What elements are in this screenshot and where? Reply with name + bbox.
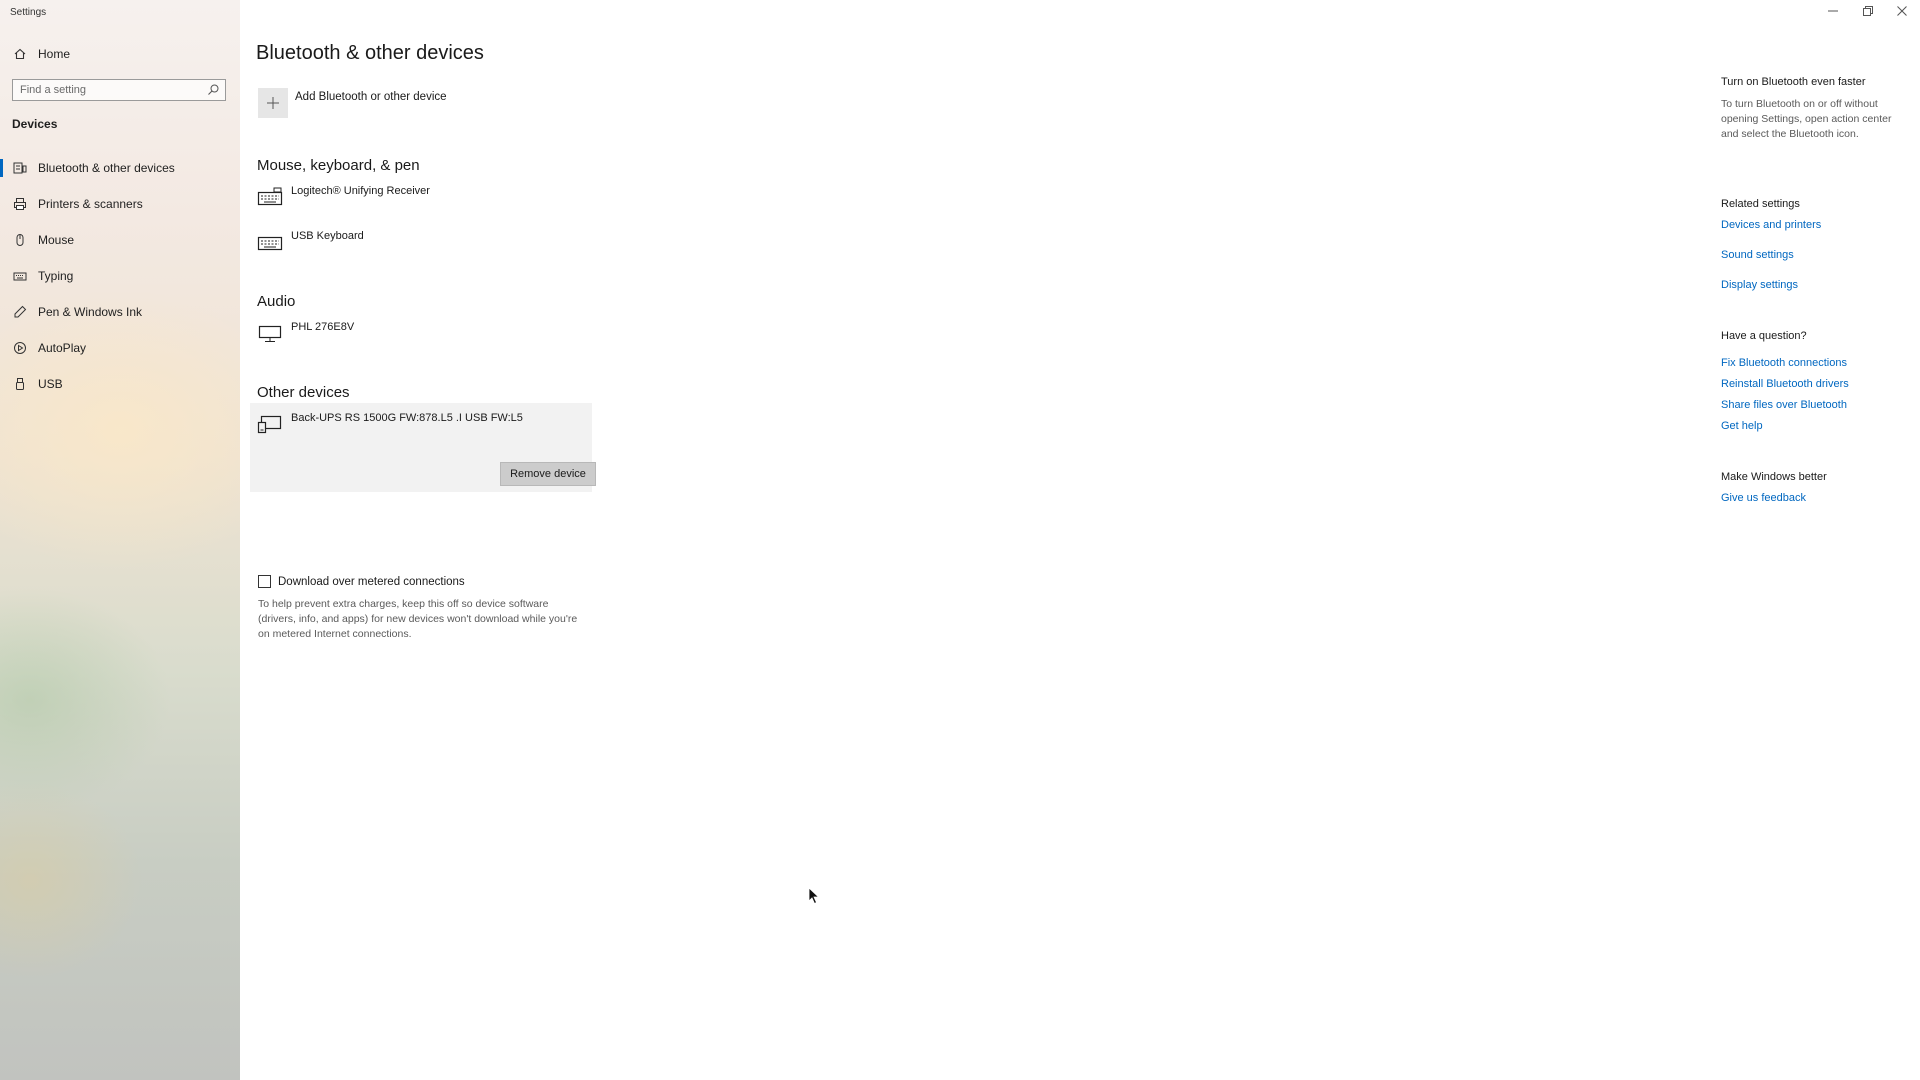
link-display-settings[interactable]: Display settings (1721, 279, 1798, 291)
window-title: Settings (10, 7, 47, 18)
add-device-button[interactable]: Add Bluetooth or other device (258, 88, 447, 118)
mouse-icon (12, 232, 28, 248)
link-share-files[interactable]: Share files over Bluetooth (1721, 399, 1847, 411)
group-title-input: Mouse, keyboard, & pen (257, 157, 420, 174)
keyboard-icon (257, 187, 283, 207)
bluetooth-devices-icon (12, 160, 28, 176)
device-phl-monitor[interactable]: PHL 276E8V (257, 321, 354, 343)
pen-icon (12, 304, 28, 320)
sidebar-item-label: Mouse (38, 233, 75, 247)
question-title: Have a question? (1721, 330, 1807, 342)
close-button[interactable] (1885, 0, 1919, 24)
printer-icon (12, 196, 28, 212)
feedback-title: Make Windows better (1721, 471, 1827, 483)
link-devices-and-printers[interactable]: Devices and printers (1721, 219, 1821, 231)
keyboard-icon (257, 232, 283, 252)
sidebar-item-autoplay[interactable]: AutoPlay (0, 333, 240, 363)
mouse-cursor-icon (808, 887, 820, 910)
active-indicator (0, 159, 3, 177)
plus-icon (258, 88, 288, 118)
sidebar-home-label: Home (38, 47, 71, 61)
device-usb-keyboard[interactable]: USB Keyboard (257, 230, 364, 252)
metered-checkbox-row[interactable]: Download over metered connections (258, 575, 465, 588)
search-input[interactable] (13, 83, 205, 97)
sidebar-item-label: Typing (38, 269, 74, 283)
section-label-devices: Devices (12, 117, 58, 131)
link-reinstall-drivers[interactable]: Reinstall Bluetooth drivers (1721, 378, 1849, 390)
sidebar-item-label: USB (38, 377, 63, 391)
sidebar-item-pen[interactable]: Pen & Windows Ink (0, 297, 240, 327)
link-fix-bluetooth[interactable]: Fix Bluetooth connections (1721, 357, 1847, 369)
device-logitech-receiver[interactable]: Logitech® Unifying Receiver (257, 185, 430, 207)
sidebar-item-bluetooth[interactable]: Bluetooth & other devices (0, 153, 240, 183)
bluetooth-tip-text: To turn Bluetooth on or off without open… (1721, 98, 1892, 140)
autoplay-icon (12, 340, 28, 356)
device-name: Logitech® Unifying Receiver (291, 185, 430, 197)
usb-icon (12, 376, 28, 392)
device-icon (257, 414, 283, 434)
link-give-feedback[interactable]: Give us feedback (1721, 492, 1806, 504)
sidebar-item-label: Bluetooth & other devices (38, 161, 175, 175)
metered-label: Download over metered connections (278, 575, 465, 588)
sidebar: Settings Home Devices Bluetooth & other … (0, 0, 240, 1080)
bluetooth-tip-title: Turn on Bluetooth even faster (1721, 76, 1866, 88)
device-name: PHL 276E8V (291, 321, 355, 333)
restore-button[interactable] (1851, 0, 1885, 24)
add-device-label: Add Bluetooth or other device (295, 91, 447, 103)
restore-icon (1863, 3, 1873, 21)
sidebar-item-label: Pen & Windows Ink (38, 305, 143, 319)
search-box[interactable] (12, 79, 226, 101)
sidebar-item-usb[interactable]: USB (0, 369, 240, 399)
minimize-button[interactable] (1816, 0, 1850, 24)
sidebar-item-label: AutoPlay (38, 341, 87, 355)
device-back-ups[interactable]: Back-UPS RS 1500G FW:878.L5 .I USB FW:L5 (257, 412, 523, 434)
link-get-help[interactable]: Get help (1721, 420, 1763, 432)
search-icon[interactable] (205, 82, 221, 98)
metered-description: To help prevent extra charges, keep this… (258, 598, 578, 640)
metered-checkbox[interactable] (258, 575, 271, 588)
sidebar-item-printers[interactable]: Printers & scanners (0, 189, 240, 219)
sidebar-item-label: Printers & scanners (38, 197, 143, 211)
group-title-audio: Audio (257, 293, 296, 310)
remove-device-button[interactable]: Remove device (500, 462, 596, 486)
close-icon (1897, 3, 1907, 21)
main-content: Bluetooth & other devices Add Bluetooth … (240, 0, 1920, 1080)
sidebar-item-typing[interactable]: Typing (0, 261, 240, 291)
sidebar-item-mouse[interactable]: Mouse (0, 225, 240, 255)
sidebar-home[interactable]: Home (0, 39, 240, 69)
home-icon (12, 46, 28, 62)
selected-device-panel[interactable]: Back-UPS RS 1500G FW:878.L5 .I USB FW:L5… (250, 403, 596, 492)
keyboard-icon (12, 268, 28, 284)
page-title: Bluetooth & other devices (256, 42, 484, 64)
minimize-icon (1828, 3, 1838, 21)
device-name: Back-UPS RS 1500G FW:878.L5 .I USB FW:L5 (291, 412, 523, 424)
monitor-icon (257, 323, 283, 343)
device-name: USB Keyboard (291, 230, 364, 242)
related-settings-title: Related settings (1721, 198, 1800, 210)
link-sound-settings[interactable]: Sound settings (1721, 249, 1794, 261)
group-title-other: Other devices (257, 384, 350, 401)
